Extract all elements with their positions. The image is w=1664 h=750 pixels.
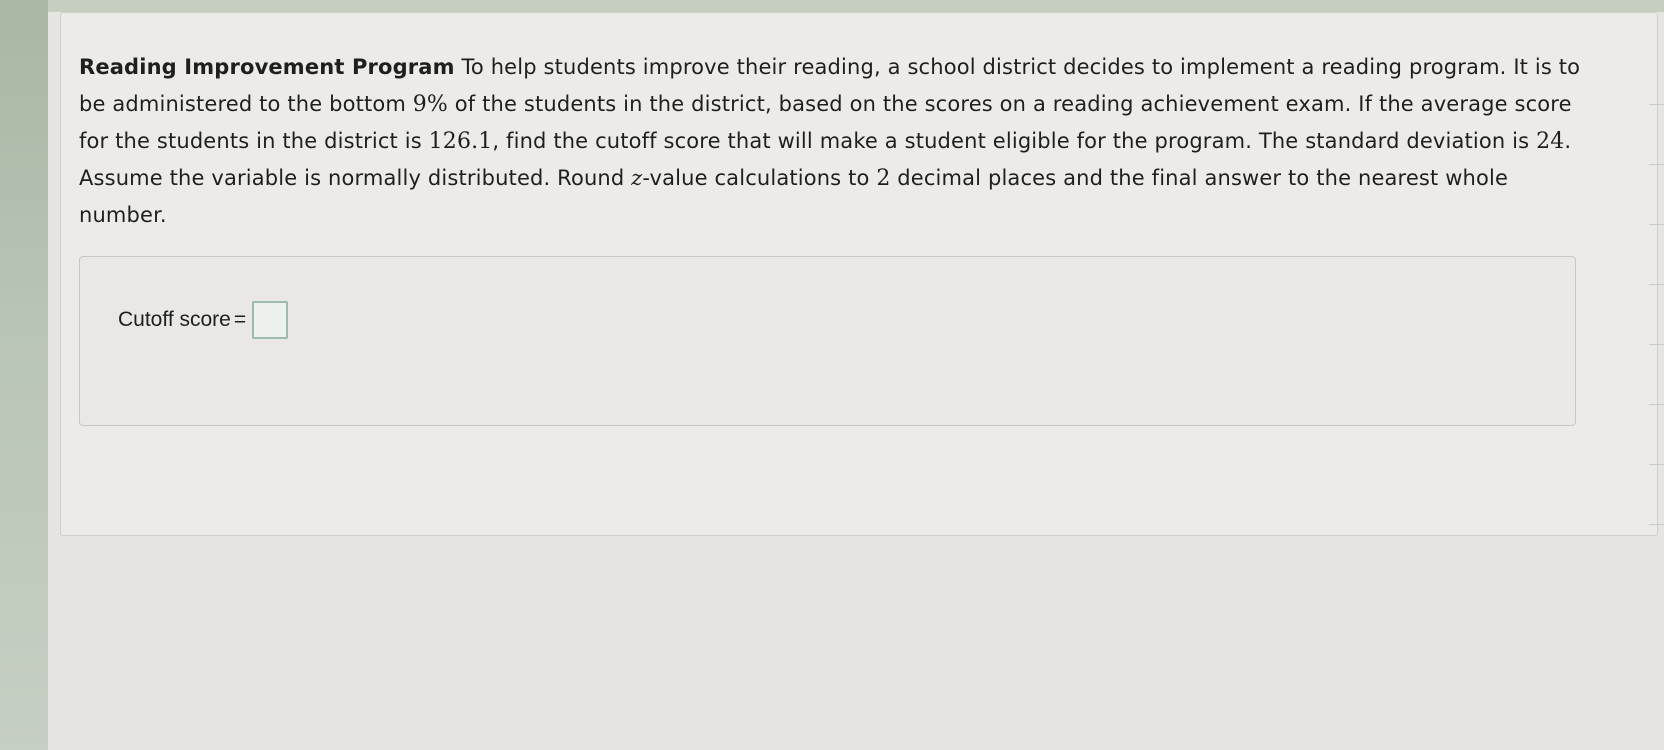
problem-statement: Reading Improvement Program To help stud… <box>79 49 1589 234</box>
problem-title: Reading Improvement Program <box>79 55 455 79</box>
equals-sign: = <box>233 308 247 331</box>
tables-button[interactable] <box>1649 465 1664 525</box>
chart-button[interactable] <box>1649 405 1664 465</box>
reference-button[interactable] <box>1649 165 1664 225</box>
left-background <box>0 0 48 750</box>
top-background <box>48 0 1664 12</box>
problem-percent: 9% <box>412 92 448 117</box>
problem-text-3: , find the cutoff score that will make a… <box>492 129 1537 153</box>
problem-sd: 24 <box>1536 129 1565 154</box>
problem-text-5: -value calculations to <box>642 166 877 190</box>
cutoff-score-input[interactable] <box>252 301 289 339</box>
calculator-button[interactable] <box>1649 225 1664 285</box>
problem-mean: 126.1 <box>428 129 493 154</box>
tools-sidebar <box>1649 45 1664 525</box>
key-button[interactable] <box>1649 45 1664 105</box>
problem-decimals: 2 <box>876 166 891 191</box>
question-panel: Reading Improvement Program To help stud… <box>60 12 1664 536</box>
answer-area: Cutoff score = <box>79 256 1576 426</box>
eraser-button[interactable] <box>1649 105 1664 165</box>
print-button[interactable] <box>1649 345 1664 405</box>
cutoff-score-label: Cutoff score <box>118 308 231 331</box>
help-button[interactable] <box>1649 285 1664 345</box>
problem-z-variable: z <box>631 166 643 190</box>
answer-row: Cutoff score = <box>118 301 289 339</box>
